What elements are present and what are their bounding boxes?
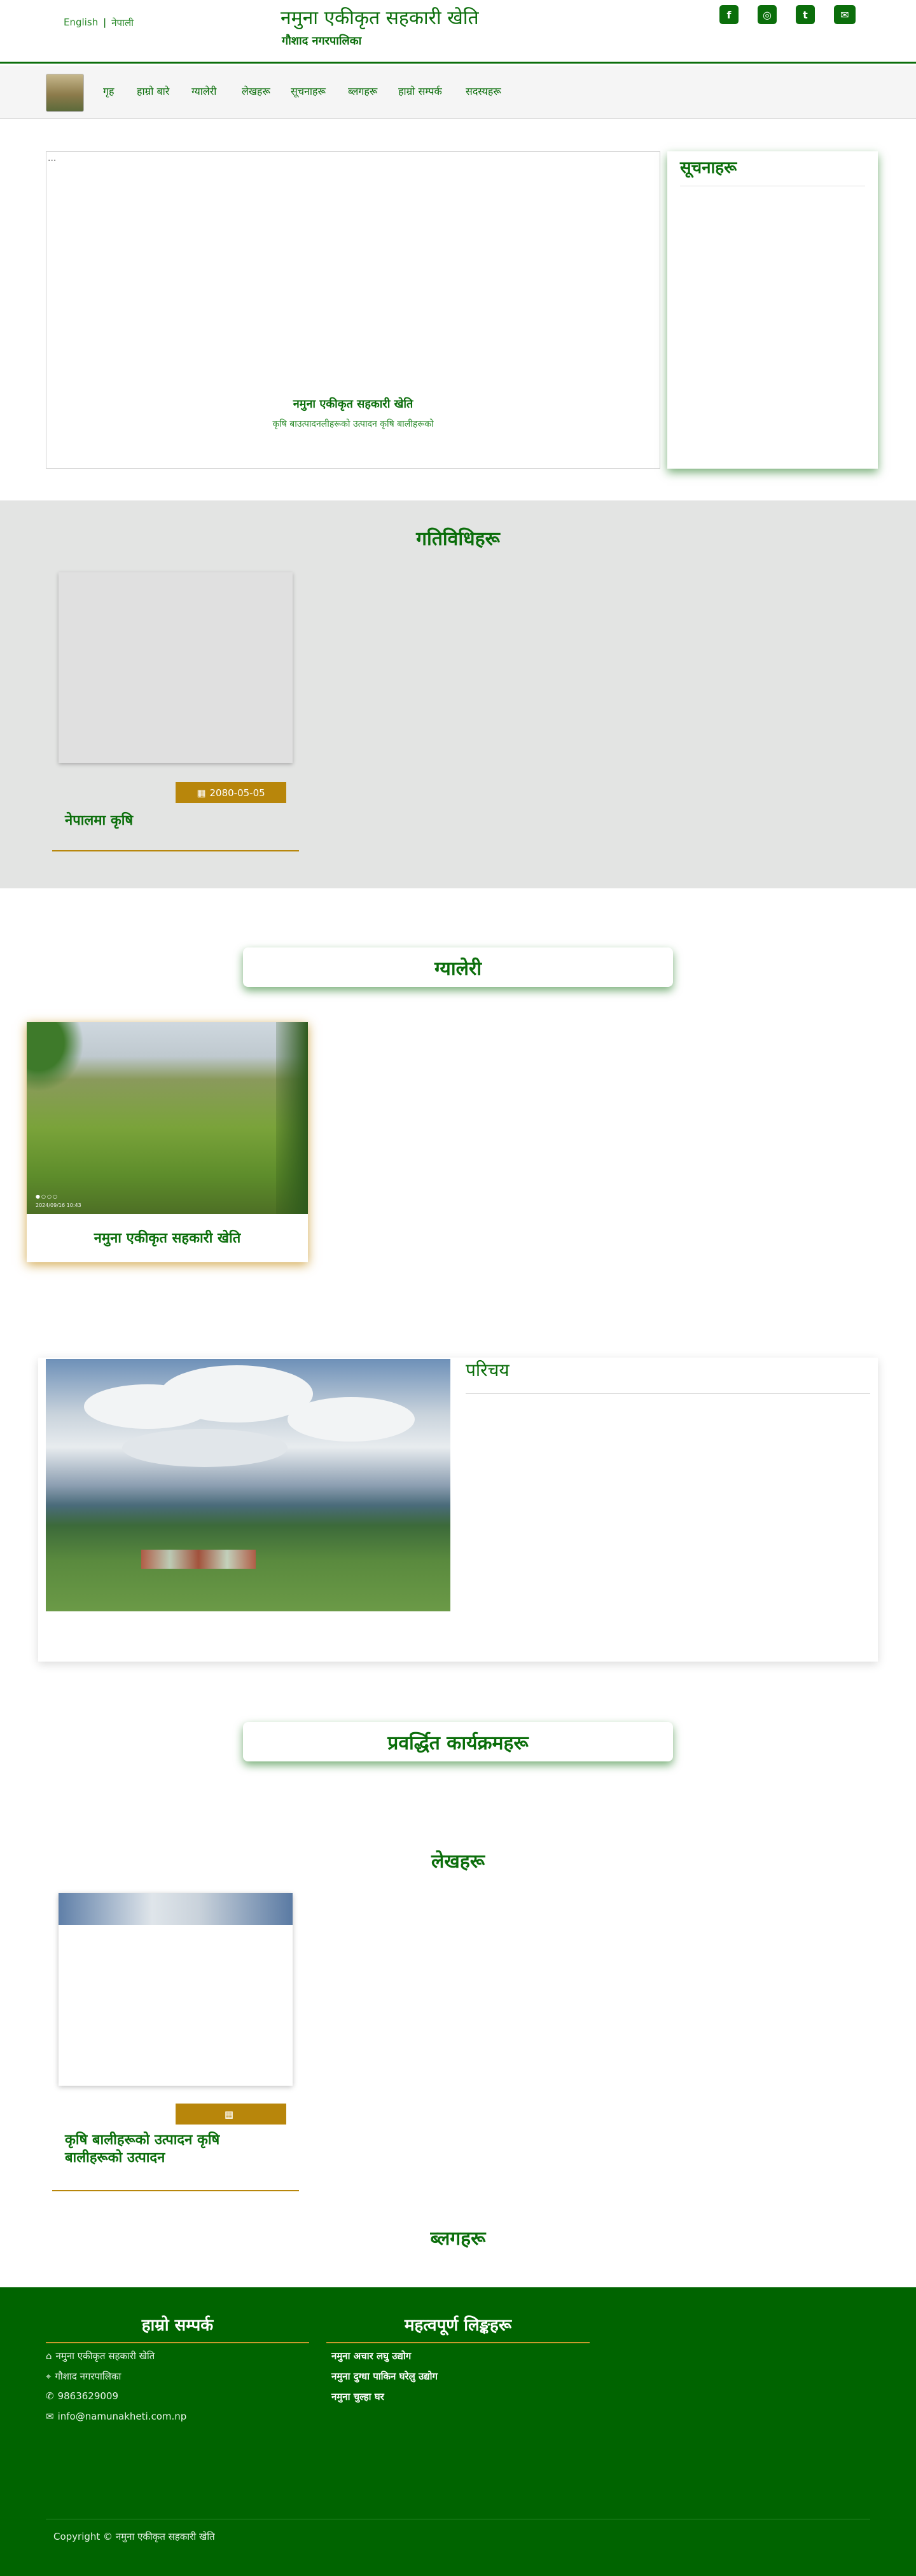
notice-panel: सूचनाहरू xyxy=(667,151,878,469)
gallery-title: ग्यालेरी xyxy=(243,947,673,987)
activity-card-title[interactable]: नेपालमा कृषि xyxy=(65,810,133,829)
nav-contact[interactable]: हाम्रो सम्पर्क xyxy=(398,84,442,98)
article-date-badge: ▦ xyxy=(176,2104,286,2125)
notice-title: सूचनाहरू xyxy=(680,158,737,177)
phone-icon: ✆ xyxy=(46,2390,54,2402)
nav-home[interactable]: गृह xyxy=(103,84,114,98)
lang-nepali-link[interactable]: नेपाली xyxy=(111,17,134,29)
twitter-icon[interactable]: t xyxy=(796,5,815,24)
activities-title: गतिविधिहरू xyxy=(416,528,500,550)
nav-members[interactable]: सदस्यहरू xyxy=(466,84,501,98)
nav-articles[interactable]: लेखहरू xyxy=(242,84,270,98)
gallery-photo[interactable]: ●○○○ 2024/09/16 10:43 xyxy=(27,1022,308,1214)
activity-card-divider xyxy=(52,850,299,851)
instagram-icon[interactable]: ◎ xyxy=(758,5,777,24)
nav-about[interactable]: हाम्रो बारे xyxy=(137,84,169,98)
lang-separator: | xyxy=(103,17,107,28)
lang-english-link[interactable]: English xyxy=(64,17,98,29)
broken-image-icon: ... xyxy=(48,153,57,163)
activity-date: 2080-05-05 xyxy=(209,787,265,799)
activity-card-image[interactable] xyxy=(59,572,293,763)
intro-section: परिचय xyxy=(38,1358,878,1662)
intro-photo xyxy=(46,1359,450,1611)
envelope-icon[interactable]: ✉ xyxy=(834,5,856,24)
article-card-title[interactable]: कृषि बालीहरूको उत्पादन कृषि बालीहरूको उत… xyxy=(65,2132,219,2167)
facebook-icon[interactable]: f xyxy=(719,5,739,24)
footer-contact-phone[interactable]: ✆ 9863629009 xyxy=(46,2390,118,2402)
article-title-line1: कृषि बालीहरूको उत्पादन कृषि xyxy=(65,2132,220,2148)
footer-contact-address: ⌖ गौशाद नगरपालिका xyxy=(46,2371,121,2382)
copyright-text: Copyright © नमुना एकीकृत सहकारी खेति xyxy=(53,2531,215,2542)
footer-links-title: महत्वपूर्ण लिङ्कहरू xyxy=(404,2316,512,2335)
main-navbar: गृह हाम्रो बारे ग्यालेरी लेखहरू सूचनाहरू… xyxy=(0,65,916,119)
article-photo-sky xyxy=(59,1893,293,1925)
article-card-image[interactable] xyxy=(59,1893,293,2086)
language-switcher: English | नेपाली xyxy=(64,17,134,29)
photo-tree xyxy=(276,1022,308,1214)
envelope-icon: ✉ xyxy=(46,2411,54,2422)
footer-contact-title: हाम्रो सम्पर्क xyxy=(141,2316,214,2335)
nav-notices[interactable]: सूचनाहरू xyxy=(291,84,326,98)
footer-contact-divider xyxy=(46,2342,309,2343)
map-marker-icon: ⌖ xyxy=(46,2371,52,2382)
top-header: English | नेपाली नमुना एकीकृत सहकारी खेत… xyxy=(0,0,916,64)
gallery-caption: नमुना एकीकृत सहकारी खेति xyxy=(94,1230,241,1246)
site-footer: हाम्रो सम्पर्क ⌂ नमुना एकीकृत सहकारी खेत… xyxy=(0,2287,916,2576)
gallery-card[interactable]: ●○○○ 2024/09/16 10:43 नमुना एकीकृत सहकार… xyxy=(27,1022,308,1262)
site-logo[interactable] xyxy=(46,74,84,112)
footer-link-dairy[interactable]: नमुना दुग्धा पाकिन घरेलु उद्योग xyxy=(331,2370,438,2383)
photo-timestamp: 2024/09/16 10:43 xyxy=(36,1202,81,1208)
calendar-icon: ▦ xyxy=(224,2108,234,2120)
home-icon: ⌂ xyxy=(46,2350,52,2362)
article-card-divider xyxy=(52,2190,299,2191)
photo-dots: ●○○○ xyxy=(36,1194,59,1199)
nav-gallery[interactable]: ग्यालेरी xyxy=(191,84,216,98)
footer-contact-name: ⌂ नमुना एकीकृत सहकारी खेति xyxy=(46,2350,155,2362)
blogs-title: ब्लगहरू xyxy=(430,2228,486,2250)
hero-carousel[interactable]: ... नमुना एकीकृत सहकारी खेति कृषि बाउत्प… xyxy=(46,151,660,469)
photo-leaf xyxy=(27,1022,84,1092)
articles-title: लेखहरू xyxy=(431,1850,485,1873)
intro-title: परिचय xyxy=(466,1360,510,1381)
footer-links-divider xyxy=(326,2342,590,2343)
activities-section: गतिविधिहरू ▦ 2080-05-05 नेपालमा कृषि xyxy=(0,500,916,888)
calendar-icon: ▦ xyxy=(197,787,206,799)
site-subtitle: गौशाद नगरपालिका xyxy=(282,34,362,48)
article-title-line2: बालीहरूको उत्पादन xyxy=(65,2150,165,2166)
programs-title: प्रवर्द्धित कार्यक्रमहरू xyxy=(243,1722,673,1761)
hero-caption-subtitle: कृषि बाउत्पादनलीहरूको उत्पादन कृषि बालीह… xyxy=(272,419,434,429)
footer-contact-email[interactable]: ✉ info@namunakheti.com.np xyxy=(46,2411,186,2422)
footer-link-kitchen[interactable]: नमुना चुल्हा घर xyxy=(331,2390,384,2403)
hero-caption-title: नमुना एकीकृत सहकारी खेति xyxy=(293,397,413,411)
site-title[interactable]: नमुना एकीकृत सहकारी खेति xyxy=(281,4,479,30)
footer-link-pickle[interactable]: नमुना अचार लघु उद्योग xyxy=(331,2350,411,2362)
nav-blogs[interactable]: ब्लगहरू xyxy=(348,84,377,98)
activity-date-badge: ▦ 2080-05-05 xyxy=(176,782,286,803)
intro-divider xyxy=(466,1393,870,1394)
